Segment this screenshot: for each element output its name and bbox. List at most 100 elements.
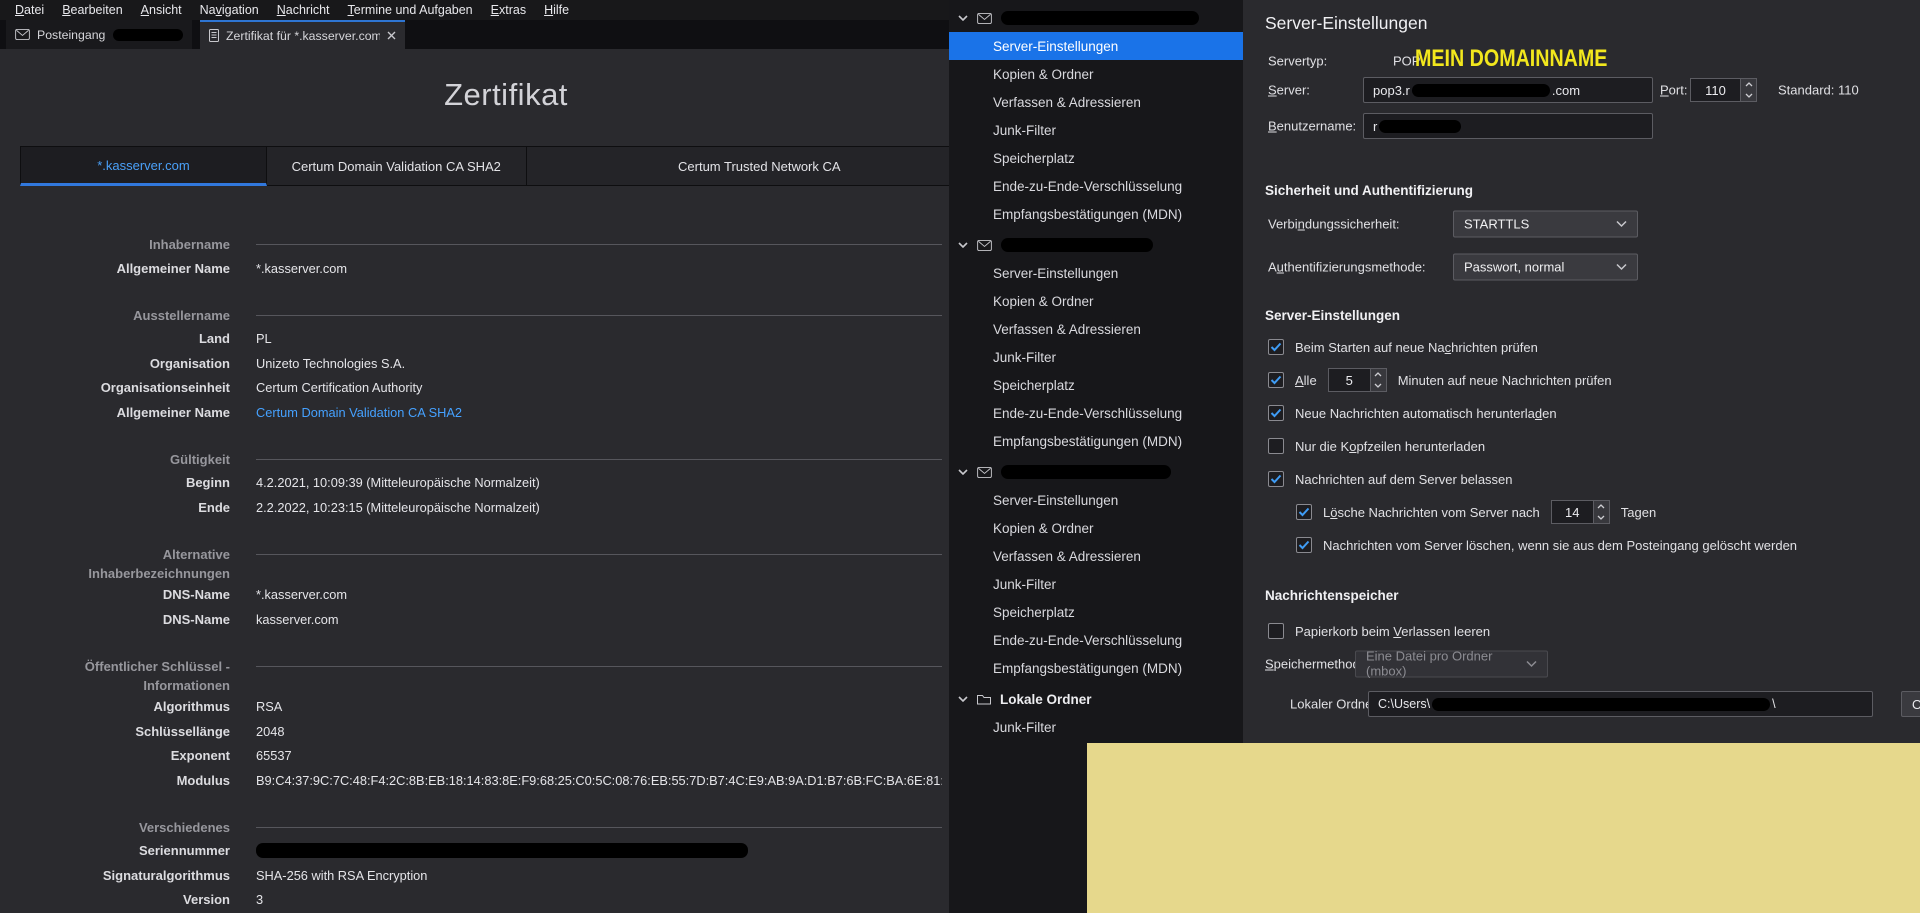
cert-section-label: Alternative Inhaberbezeichnungen (0, 542, 230, 583)
cert-tab-2[interactable]: Certum Domain Validation CA SHA2 (267, 146, 527, 186)
checkbox[interactable] (1268, 438, 1284, 454)
checkbox[interactable] (1268, 405, 1284, 421)
menu-item-navigation[interactable]: Navigation (191, 1, 268, 19)
cert-field-value: 4.2.2021, 10:09:39 (Mitteleuropäische No… (256, 475, 942, 490)
cert-link[interactable]: Certum Domain Validation CA SHA2 (256, 405, 462, 420)
days-input-spinner (1593, 500, 1610, 524)
spinner-up-icon[interactable] (1741, 79, 1756, 90)
spinner-down-icon[interactable] (1594, 512, 1609, 523)
certificate-panel: Zertifikat *.kasserver.comCertum Domain … (0, 49, 1012, 913)
port-value[interactable]: 110 (1690, 78, 1740, 102)
close-tab-icon[interactable] (387, 31, 396, 40)
servertyp-label: Servertyp: (1268, 54, 1327, 69)
cert-section: Inhabername (0, 232, 1012, 256)
mail-icon (977, 240, 992, 251)
sidebar-item[interactable]: Server-Einstellungen (949, 259, 1243, 287)
port-input[interactable]: 110 (1690, 78, 1757, 102)
cert-field: Version3 (0, 888, 1012, 913)
days-input-value[interactable]: 14 (1551, 500, 1593, 524)
port-spinner (1740, 78, 1757, 102)
checkbox-label: Tagen (1621, 505, 1656, 520)
certificate-title: Zertifikat (0, 77, 1012, 113)
certificate-tabs: *.kasserver.comCertum Domain Validation … (20, 146, 993, 186)
checkbox-label: Nachrichten vom Server löschen, wenn sie… (1323, 538, 1797, 553)
spinner-down-icon[interactable] (1371, 380, 1386, 391)
cert-tab-3[interactable]: Certum Trusted Network CA (527, 146, 993, 186)
minutes-input-value[interactable]: 5 (1328, 368, 1370, 392)
sidebar-item[interactable]: Empfangsbestätigungen (MDN) (949, 200, 1243, 228)
mail-icon (15, 29, 30, 40)
spinner-up-icon[interactable] (1371, 369, 1386, 380)
sidebar-item[interactable]: Kopien & Ordner (949, 287, 1243, 315)
local-folders-header[interactable]: Lokale Ordner (949, 685, 1243, 713)
spinner-down-icon[interactable] (1741, 90, 1756, 101)
sidebar-item[interactable]: Kopien & Ordner (949, 60, 1243, 88)
cert-rule (256, 554, 942, 555)
sidebar-item[interactable]: Empfangsbestätigungen (MDN) (949, 654, 1243, 682)
sidebar-item[interactable]: Junk-Filter (949, 570, 1243, 598)
tab-inbox[interactable]: Posteingang - (6, 20, 192, 49)
auth-method-select[interactable]: Passwort, normal (1453, 253, 1638, 280)
sidebar-item-label: Junk-Filter (993, 350, 1056, 365)
menu-item-nachricht[interactable]: Nachricht (268, 1, 339, 19)
spinner-up-icon[interactable] (1594, 501, 1609, 512)
connection-security-select[interactable]: STARTTLS (1453, 210, 1638, 237)
checkbox-row: Lösche Nachrichten vom Server nach14Tage… (1268, 501, 1797, 523)
checkbox[interactable] (1268, 471, 1284, 487)
checkbox[interactable] (1268, 339, 1284, 355)
storage-heading: Nachrichtenspeicher (1265, 588, 1399, 603)
menu-item-extras[interactable]: Extras (482, 1, 535, 19)
sidebar-item[interactable]: Verfassen & Adressieren (949, 88, 1243, 116)
redacted-account-name (113, 29, 183, 41)
checkbox-row: Alle5Minuten auf neue Nachrichten prüfen (1268, 369, 1797, 391)
sidebar-item[interactable]: Ende-zu-Ende-Verschlüsselung (949, 172, 1243, 200)
days-input[interactable]: 14 (1551, 500, 1610, 524)
sidebar-item[interactable]: Ende-zu-Ende-Verschlüsselung (949, 626, 1243, 654)
account-header[interactable] (949, 231, 1243, 259)
account-header[interactable] (949, 458, 1243, 486)
sidebar-item-label: Speicherplatz (993, 378, 1075, 393)
sidebar-item[interactable]: Speicherplatz (949, 371, 1243, 399)
sidebar-item-label: Speicherplatz (993, 151, 1075, 166)
sidebar-item[interactable]: Server-Einstellungen (949, 486, 1243, 514)
checkbox[interactable] (1296, 537, 1312, 553)
redacted-username (1379, 120, 1461, 133)
browse-button[interactable]: O (1901, 691, 1920, 717)
menu-item-termine-und-aufgaben[interactable]: Termine und Aufgaben (339, 1, 482, 19)
username-input[interactable]: r (1363, 113, 1653, 139)
sidebar-item[interactable]: Kopien & Ordner (949, 514, 1243, 542)
minutes-input[interactable]: 5 (1328, 368, 1387, 392)
menu-item-bearbeiten[interactable]: Bearbeiten (53, 1, 131, 19)
sidebar-item[interactable]: Server-Einstellungen (949, 32, 1243, 60)
account-header[interactable] (949, 4, 1243, 32)
sidebar-item[interactable]: Empfangsbestätigungen (MDN) (949, 427, 1243, 455)
sidebar-item[interactable]: Speicherplatz (949, 598, 1243, 626)
cert-field-value: PL (256, 331, 942, 346)
sidebar-item[interactable]: Junk-Filter (949, 116, 1243, 144)
sidebar-item[interactable]: Verfassen & Adressieren (949, 315, 1243, 343)
checkbox[interactable] (1268, 623, 1284, 639)
cert-section-label: Gültigkeit (0, 447, 230, 469)
sidebar-item[interactable]: Verfassen & Adressieren (949, 542, 1243, 570)
account-group: Server-EinstellungenKopien & OrdnerVerfa… (949, 231, 1243, 455)
sidebar-item[interactable]: Ende-zu-Ende-Verschlüsselung (949, 399, 1243, 427)
sidebar-item-label: Speicherplatz (993, 605, 1075, 620)
cert-rule (256, 827, 942, 828)
server-input[interactable]: pop3.r .com (1363, 77, 1653, 103)
checkbox[interactable] (1296, 504, 1312, 520)
checkbox[interactable] (1268, 372, 1284, 388)
auth-method-label: Authentifizierungsmethode: (1268, 259, 1426, 274)
cert-field-value: Unizeto Technologies S.A. (256, 356, 942, 371)
auth-method-value: Passwort, normal (1464, 259, 1564, 274)
sidebar-item[interactable]: Junk-Filter (949, 713, 1243, 741)
sidebar-item[interactable]: Speicherplatz (949, 144, 1243, 172)
tab-certificate[interactable]: Zertifikat für *.kasserver.com (200, 20, 405, 49)
menu-item-datei[interactable]: Datei (6, 1, 53, 19)
sidebar-item[interactable]: Junk-Filter (949, 343, 1243, 371)
cert-section: Gültigkeit (0, 447, 1012, 471)
menu-item-hilfe[interactable]: Hilfe (535, 1, 578, 19)
local-folder-input[interactable]: C:\Users\ \ (1368, 691, 1873, 717)
cert-tab-1[interactable]: *.kasserver.com (20, 146, 267, 186)
menu-item-ansicht[interactable]: Ansicht (132, 1, 191, 19)
connection-security-value: STARTTLS (1464, 216, 1529, 231)
